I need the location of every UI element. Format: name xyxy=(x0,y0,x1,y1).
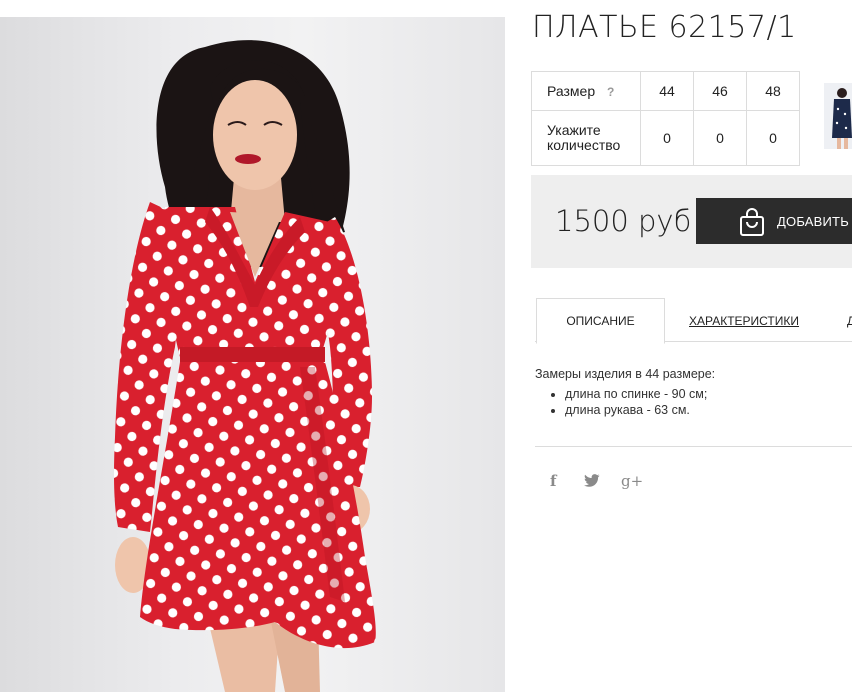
shopping-bag-icon xyxy=(740,208,764,236)
top-strip xyxy=(0,0,505,17)
quantity-row: Укажите количество 0 0 0 xyxy=(531,110,800,166)
product-photo[interactable] xyxy=(0,17,505,692)
description-separator xyxy=(535,446,852,447)
product-title: ПЛАТЬЕ 62157/1 xyxy=(532,10,797,45)
tab-description[interactable]: ОПИСАНИЕ xyxy=(536,298,665,344)
add-to-cart-label: ДОБАВИТЬ В xyxy=(777,214,852,229)
quantity-input-48[interactable]: 0 xyxy=(746,110,800,166)
description-item: длина рукава - 63 см. xyxy=(565,402,715,418)
size-46: 46 xyxy=(693,71,747,111)
quantity-input-44[interactable]: 0 xyxy=(640,110,694,166)
product-price: 1500 руб xyxy=(555,204,692,238)
quantity-input-46[interactable]: 0 xyxy=(693,110,747,166)
description-item: длина по спинке - 90 см; xyxy=(565,386,715,402)
quantity-label: Укажите количество xyxy=(531,110,641,166)
size-label: Размер xyxy=(547,83,596,99)
quantity-label-line1: Укажите xyxy=(547,122,601,138)
tab-delivery[interactable]: Д xyxy=(847,314,852,328)
size-help-icon[interactable]: ? xyxy=(607,85,614,99)
quantity-label-line2: количество xyxy=(547,137,621,153)
twitter-icon[interactable] xyxy=(584,474,600,487)
tab-characteristics[interactable]: ХАРАКТЕРИСТИКИ xyxy=(689,314,799,328)
size-44: 44 xyxy=(640,71,694,111)
size-label-cell: Размер ? xyxy=(531,71,641,111)
dress-illustration xyxy=(114,40,376,692)
facebook-icon[interactable]: f xyxy=(550,472,556,490)
description-list: длина по спинке - 90 см; длина рукава - … xyxy=(535,386,715,418)
description-intro: Замеры изделия в 44 размере: xyxy=(535,367,716,381)
size-quantity-table: Размер ? 44 46 48 Укажите количество 0 0… xyxy=(531,71,800,166)
product-thumbnail[interactable] xyxy=(824,83,852,149)
description-block: Замеры изделия в 44 размере: длина по сп… xyxy=(535,367,715,418)
size-48: 48 xyxy=(746,71,800,111)
google-plus-icon[interactable]: g+ xyxy=(621,472,643,490)
size-row: Размер ? 44 46 48 xyxy=(531,71,800,111)
thumbnail-image xyxy=(832,88,852,149)
add-to-cart-button[interactable]: ДОБАВИТЬ В xyxy=(696,198,852,244)
